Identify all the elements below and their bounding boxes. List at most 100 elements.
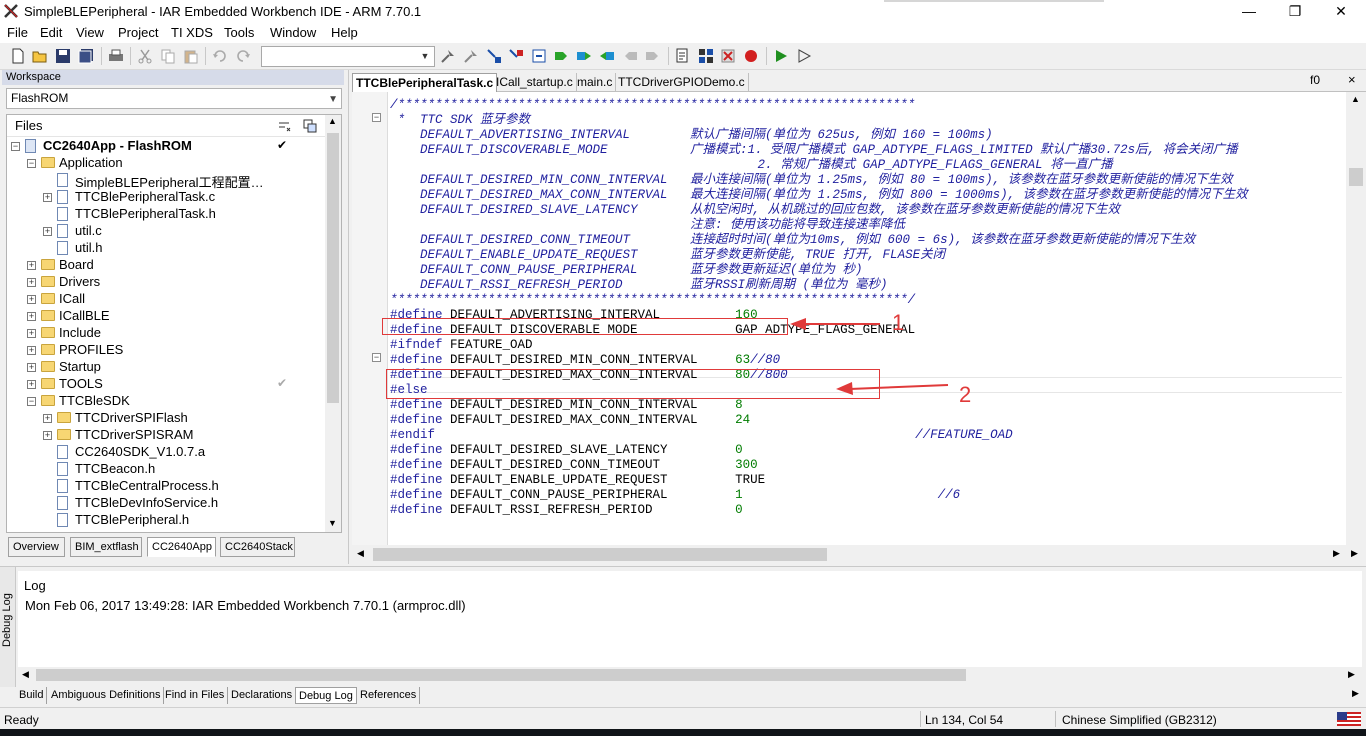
- scroll-up-icon[interactable]: ▲: [328, 116, 337, 126]
- scroll-left-icon[interactable]: ◀: [357, 548, 364, 559]
- tree-item[interactable]: TTCBleDevInfoService.h: [7, 495, 325, 512]
- stop-build-icon[interactable]: [720, 48, 736, 64]
- make-icon[interactable]: [698, 48, 714, 64]
- tree-item[interactable]: + TOOLS ✔: [7, 376, 325, 393]
- editor-vscroll-thumb[interactable]: [1349, 168, 1363, 186]
- editor-hscrollbar[interactable]: ◀ ▶ ▶: [352, 545, 1366, 564]
- find-combo[interactable]: ▼: [261, 46, 435, 67]
- expand-icon[interactable]: +: [43, 431, 52, 440]
- tab-bim-extflash[interactable]: BIM_extflash: [70, 537, 142, 557]
- tree-item[interactable]: − Application: [7, 155, 325, 172]
- undo-icon[interactable]: [212, 48, 228, 64]
- find-next-icon[interactable]: [463, 48, 479, 64]
- tab-overview[interactable]: Overview: [8, 537, 65, 557]
- tree-item[interactable]: TTCBlePeripheral.h: [7, 512, 325, 529]
- new-file-icon[interactable]: [10, 48, 26, 64]
- tree-item[interactable]: + TTCDriverSPISRAM: [7, 427, 325, 444]
- close-icon[interactable]: ×: [1348, 72, 1356, 87]
- navigate-forward-icon[interactable]: [645, 48, 661, 64]
- replace-icon[interactable]: [508, 48, 524, 64]
- find-prev-icon[interactable]: [486, 48, 502, 64]
- chevron-down-icon[interactable]: ▼: [328, 90, 338, 109]
- scroll-right-icon[interactable]: ▶: [1348, 669, 1355, 680]
- print-icon[interactable]: [108, 48, 124, 64]
- scroll-right-icon[interactable]: ▶: [1352, 688, 1359, 699]
- chevron-down-icon[interactable]: ▼: [418, 49, 432, 64]
- tab-cc2640app[interactable]: CC2640App: [147, 537, 216, 557]
- flag-us-icon[interactable]: [1337, 712, 1361, 726]
- tree-item[interactable]: TTCBeacon.h: [7, 461, 325, 478]
- tree-item[interactable]: + Include: [7, 325, 325, 342]
- expand-icon[interactable]: +: [27, 329, 36, 338]
- tree-item[interactable]: + ICall: [7, 291, 325, 308]
- menu-edit[interactable]: Edit: [40, 25, 62, 40]
- expand-icon[interactable]: +: [27, 278, 36, 287]
- tree-item[interactable]: + Drivers: [7, 274, 325, 291]
- collapse-icon[interactable]: −: [27, 397, 36, 406]
- save-all-icon[interactable]: [78, 48, 94, 64]
- tree-item[interactable]: + PROFILES: [7, 342, 325, 359]
- tree-item[interactable]: + TTCBlePeripheralTask.c: [7, 189, 325, 206]
- expand-icon[interactable]: +: [27, 295, 36, 304]
- expand-icon[interactable]: +: [27, 363, 36, 372]
- scroll-up-icon[interactable]: ▲: [1351, 94, 1360, 104]
- tab-ttcbleperipheraltask-c[interactable]: TTCBlePeripheralTask.c: [352, 73, 498, 92]
- tab-main-c[interactable]: main.c: [574, 73, 617, 92]
- bookmark-icon[interactable]: [553, 48, 569, 64]
- scroll-left-icon[interactable]: ◀: [22, 669, 29, 680]
- tab-ambiguous-definitions[interactable]: Ambiguous Definitions: [48, 687, 165, 704]
- scroll-down-icon[interactable]: ▼: [328, 518, 337, 528]
- tree-item[interactable]: + TTCDriverSPIFlash: [7, 410, 325, 427]
- tree-item[interactable]: SimpleBLEPeripheral工程配置…: [7, 172, 325, 190]
- expand-icon[interactable]: +: [43, 227, 52, 236]
- menu-view[interactable]: View: [76, 25, 104, 40]
- workspace-scrollbar[interactable]: ▲ ▼: [325, 115, 341, 532]
- tree-item[interactable]: + Board: [7, 257, 325, 274]
- tree-item[interactable]: + Startup: [7, 359, 325, 376]
- tree-item[interactable]: + ICallBLE: [7, 308, 325, 325]
- collapse-icon[interactable]: −: [27, 159, 36, 168]
- find-icon[interactable]: [440, 48, 456, 64]
- minimize-button[interactable]: —: [1226, 0, 1272, 24]
- save-icon[interactable]: [55, 48, 71, 64]
- expand-icon[interactable]: +: [27, 346, 36, 355]
- expand-icon[interactable]: +: [43, 414, 52, 423]
- tab-icall-startup-c[interactable]: ICall_startup.c: [493, 73, 577, 92]
- menu-window[interactable]: Window: [270, 25, 316, 40]
- navigate-back-icon[interactable]: [622, 48, 638, 64]
- scroll-right-icon[interactable]: ▶: [1333, 548, 1340, 559]
- tree-item[interactable]: util.h: [7, 240, 325, 257]
- scroll-right-icon[interactable]: ▶: [1351, 548, 1358, 559]
- tab-references[interactable]: References: [357, 687, 421, 704]
- expand-icon[interactable]: +: [43, 193, 52, 202]
- log-area[interactable]: [18, 571, 1362, 669]
- expand-icon[interactable]: +: [27, 312, 36, 321]
- options-icon[interactable]: [303, 119, 317, 133]
- menu-project[interactable]: Project: [118, 25, 158, 40]
- tree-item[interactable]: + util.c: [7, 223, 325, 240]
- expand-icon[interactable]: +: [27, 261, 36, 270]
- copy-icon[interactable]: [160, 48, 176, 64]
- log-hscrollbar[interactable]: ◀ ▶: [18, 667, 1362, 683]
- tab-declarations[interactable]: Declarations: [228, 687, 297, 704]
- fold-toggle[interactable]: −: [372, 113, 381, 122]
- maximize-button[interactable]: ❐: [1272, 0, 1318, 24]
- open-icon[interactable]: [32, 48, 48, 64]
- tab-ttcdrivergpiodemo-c[interactable]: TTCDriverGPIODemo.c: [615, 73, 749, 92]
- tree-item[interactable]: TTCBlePeripheralTask.h: [7, 206, 325, 223]
- goto-icon[interactable]: [531, 48, 547, 64]
- expand-icon[interactable]: +: [27, 380, 36, 389]
- workspace-scroll-thumb[interactable]: [327, 133, 339, 403]
- paste-icon[interactable]: [183, 48, 199, 64]
- breakpoint-icon[interactable]: [743, 48, 759, 64]
- compile-icon[interactable]: [675, 48, 691, 64]
- editor-hscroll-thumb[interactable]: [373, 548, 827, 561]
- tree-item[interactable]: TTCBleCentralProcess.h: [7, 478, 325, 495]
- function-list[interactable]: f0: [1310, 73, 1320, 87]
- tab-cc2640stack[interactable]: CC2640Stack: [220, 537, 295, 557]
- next-bookmark-icon[interactable]: [576, 48, 592, 64]
- prev-bookmark-icon[interactable]: [599, 48, 615, 64]
- redo-icon[interactable]: [235, 48, 251, 64]
- tree-item[interactable]: − CC2640App - FlashROM ✔: [7, 138, 325, 155]
- tab-debug-log[interactable]: Debug Log: [295, 687, 357, 704]
